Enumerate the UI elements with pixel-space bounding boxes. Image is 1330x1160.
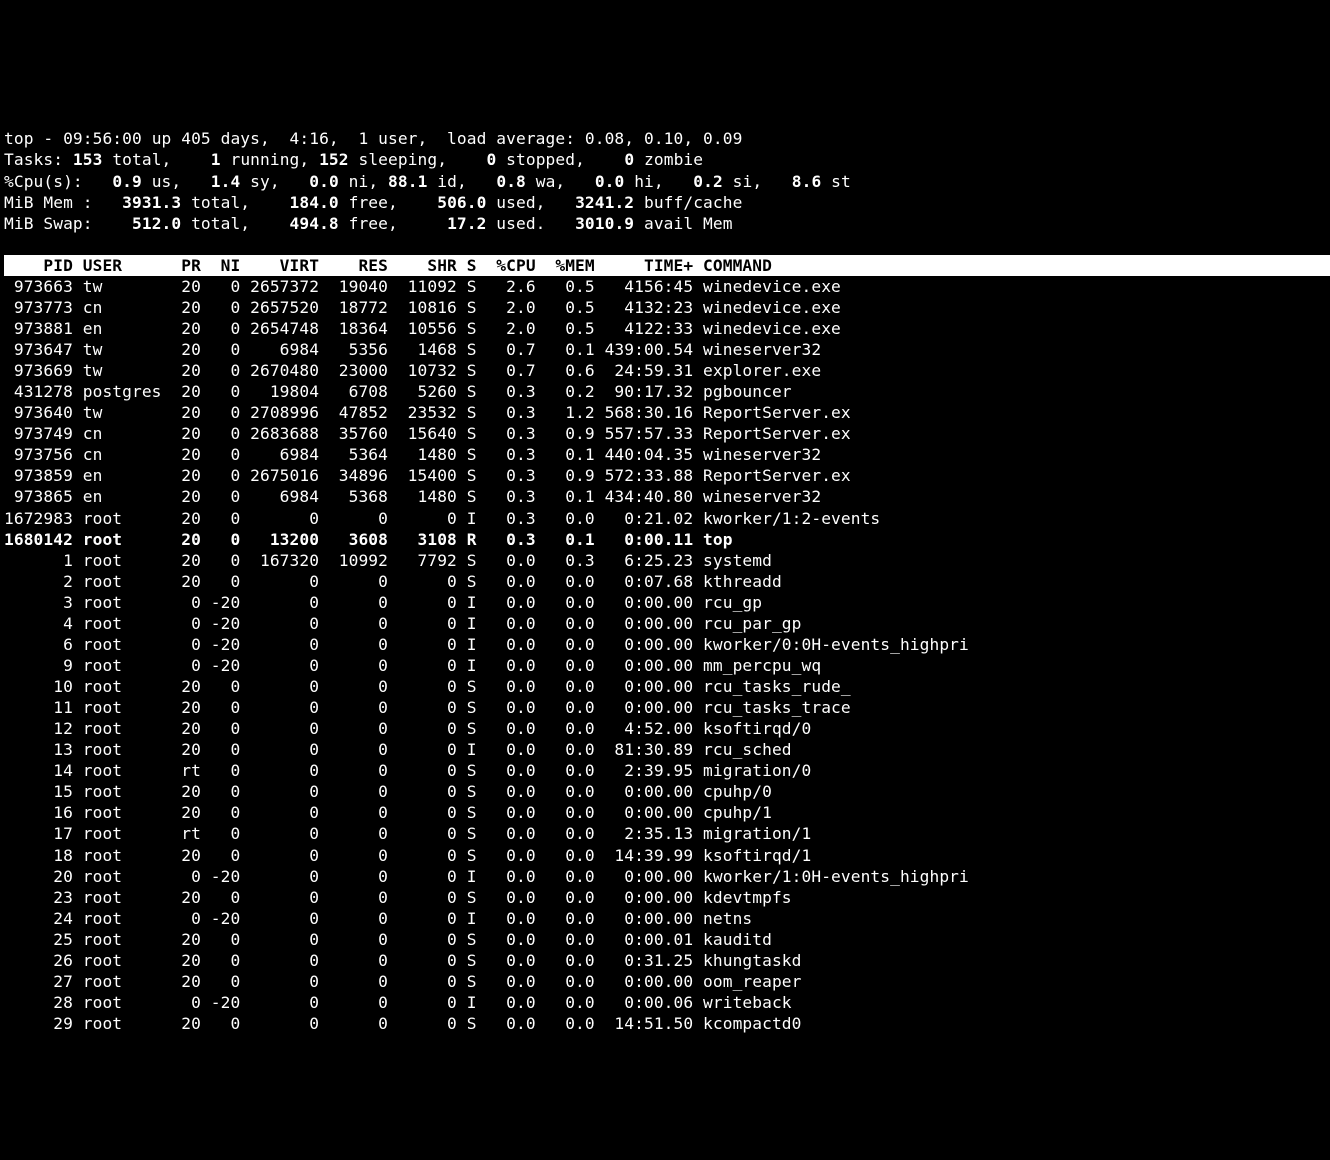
process-row[interactable]: 973663 tw 20 0 2657372 19040 11092 S 2.6… — [4, 277, 841, 296]
process-row[interactable]: 20 root 0 -20 0 0 0 I 0.0 0.0 0:00.00 kw… — [4, 867, 969, 886]
process-row[interactable]: 16 root 20 0 0 0 0 S 0.0 0.0 0:00.00 cpu… — [4, 803, 772, 822]
process-row[interactable]: 28 root 0 -20 0 0 0 I 0.0 0.0 0:00.06 wr… — [4, 993, 792, 1012]
process-row[interactable]: 1 root 20 0 167320 10992 7792 S 0.0 0.3 … — [4, 551, 772, 570]
summary-line-1: top - 09:56:00 up 405 days, 4:16, 1 user… — [4, 129, 742, 148]
process-row[interactable]: 1672983 root 20 0 0 0 0 I 0.3 0.0 0:21.0… — [4, 509, 880, 528]
process-row[interactable]: 23 root 20 0 0 0 0 S 0.0 0.0 0:00.00 kde… — [4, 888, 792, 907]
top-terminal[interactable]: top - 09:56:00 up 405 days, 4:16, 1 user… — [0, 105, 1330, 1055]
process-row[interactable]: 26 root 20 0 0 0 0 S 0.0 0.0 0:31.25 khu… — [4, 951, 802, 970]
process-row[interactable]: 973865 en 20 0 6984 5368 1480 S 0.3 0.1 … — [4, 487, 821, 506]
process-row[interactable]: 27 root 20 0 0 0 0 S 0.0 0.0 0:00.00 oom… — [4, 972, 802, 991]
process-row[interactable]: 9 root 0 -20 0 0 0 I 0.0 0.0 0:00.00 mm_… — [4, 656, 821, 675]
process-row[interactable]: 15 root 20 0 0 0 0 S 0.0 0.0 0:00.00 cpu… — [4, 782, 772, 801]
process-row[interactable]: 11 root 20 0 0 0 0 S 0.0 0.0 0:00.00 rcu… — [4, 698, 851, 717]
process-list[interactable]: 973663 tw 20 0 2657372 19040 11092 S 2.6… — [4, 276, 1330, 1034]
process-row[interactable]: 4 root 0 -20 0 0 0 I 0.0 0.0 0:00.00 rcu… — [4, 614, 802, 633]
process-row[interactable]: 25 root 20 0 0 0 0 S 0.0 0.0 0:00.01 kau… — [4, 930, 772, 949]
process-row[interactable]: 6 root 0 -20 0 0 0 I 0.0 0.0 0:00.00 kwo… — [4, 635, 969, 654]
summary-cpu: %Cpu(s): 0.9 us, 1.4 sy, 0.0 ni, 88.1 id… — [4, 172, 851, 191]
process-row[interactable]: 10 root 20 0 0 0 0 S 0.0 0.0 0:00.00 rcu… — [4, 677, 851, 696]
summary-swap: MiB Swap: 512.0 total, 494.8 free, 17.2 … — [4, 214, 733, 233]
process-row[interactable]: 973647 tw 20 0 6984 5356 1468 S 0.7 0.1 … — [4, 340, 821, 359]
process-row[interactable]: 973749 cn 20 0 2683688 35760 15640 S 0.3… — [4, 424, 851, 443]
process-row[interactable]: 431278 postgres 20 0 19804 6708 5260 S 0… — [4, 382, 792, 401]
process-row[interactable]: 17 root rt 0 0 0 0 S 0.0 0.0 2:35.13 mig… — [4, 824, 811, 843]
process-row[interactable]: 2 root 20 0 0 0 0 S 0.0 0.0 0:07.68 kthr… — [4, 572, 782, 591]
process-row[interactable]: 973640 tw 20 0 2708996 47852 23532 S 0.3… — [4, 403, 851, 422]
process-row[interactable]: 13 root 20 0 0 0 0 I 0.0 0.0 81:30.89 rc… — [4, 740, 792, 759]
process-row[interactable]: 14 root rt 0 0 0 0 S 0.0 0.0 2:39.95 mig… — [4, 761, 811, 780]
summary-tasks: Tasks: 153 total, 1 running, 152 sleepin… — [4, 150, 703, 169]
summary-mem: MiB Mem : 3931.3 total, 184.0 free, 506.… — [4, 193, 742, 212]
process-row[interactable]: 12 root 20 0 0 0 0 S 0.0 0.0 4:52.00 kso… — [4, 719, 811, 738]
process-row[interactable]: 3 root 0 -20 0 0 0 I 0.0 0.0 0:00.00 rcu… — [4, 593, 762, 612]
process-row[interactable]: 18 root 20 0 0 0 0 S 0.0 0.0 14:39.99 ks… — [4, 846, 811, 865]
process-row[interactable]: 973756 cn 20 0 6984 5364 1480 S 0.3 0.1 … — [4, 445, 821, 464]
process-row[interactable]: 973669 tw 20 0 2670480 23000 10732 S 0.7… — [4, 361, 821, 380]
process-row[interactable]: 24 root 0 -20 0 0 0 I 0.0 0.0 0:00.00 ne… — [4, 909, 752, 928]
process-row[interactable]: 1680142 root 20 0 13200 3608 3108 R 0.3 … — [4, 530, 733, 549]
process-row[interactable]: 973773 cn 20 0 2657520 18772 10816 S 2.0… — [4, 298, 841, 317]
process-row[interactable]: 29 root 20 0 0 0 0 S 0.0 0.0 14:51.50 kc… — [4, 1014, 802, 1033]
process-header[interactable]: PID USER PR NI VIRT RES SHR S %CPU %MEM … — [4, 255, 1330, 276]
process-row[interactable]: 973859 en 20 0 2675016 34896 15400 S 0.3… — [4, 466, 851, 485]
process-row[interactable]: 973881 en 20 0 2654748 18364 10556 S 2.0… — [4, 319, 841, 338]
